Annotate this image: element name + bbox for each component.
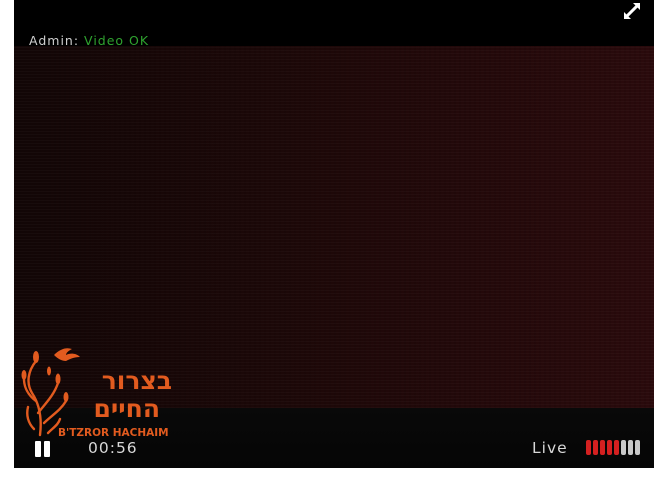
admin-status: Admin: Video OK [29, 33, 149, 48]
volume-bar[interactable] [628, 440, 633, 455]
pause-icon-bar-left [35, 441, 41, 457]
tree-icon [22, 359, 68, 437]
volume-bars-icon[interactable] [586, 440, 642, 456]
channel-logo: בצרור החיים B'TZROR HACHAIM [21, 348, 172, 439]
volume-bar[interactable] [607, 440, 612, 455]
pause-icon-bar-right [44, 441, 50, 457]
logo-hebrew-line2: החיים [94, 394, 160, 423]
logo-english: B'TZROR HACHAIM [58, 427, 169, 439]
live-indicator: Live [532, 439, 568, 457]
elapsed-time: 00:56 [88, 439, 138, 457]
logo-hebrew-line1: בצרור [102, 366, 172, 395]
volume-bar[interactable] [593, 440, 598, 455]
volume-bar[interactable] [600, 440, 605, 455]
volume-bar[interactable] [635, 440, 640, 455]
volume-bar[interactable] [621, 440, 626, 455]
admin-status-label: Admin: [29, 33, 80, 48]
fullscreen-icon[interactable] [622, 1, 642, 21]
volume-bar[interactable] [586, 440, 591, 455]
pause-button[interactable] [34, 441, 52, 459]
admin-status-value: Video OK [84, 33, 150, 48]
dove-icon [54, 348, 80, 361]
volume-bar[interactable] [614, 440, 619, 455]
